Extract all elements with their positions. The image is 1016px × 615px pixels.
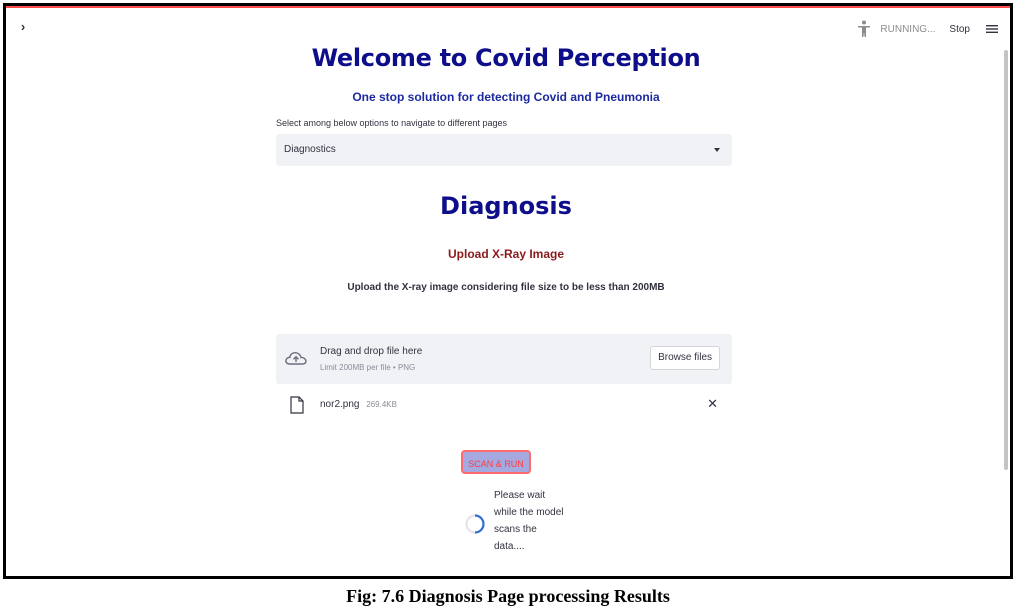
navigation-select-label: Select among below options to navigate t… bbox=[276, 118, 507, 128]
running-person-icon bbox=[858, 20, 871, 37]
chevron-down-icon bbox=[714, 148, 720, 152]
upload-limit-text: Limit 200MB per file • PNG bbox=[320, 363, 416, 372]
navigation-select[interactable]: Diagnostics bbox=[276, 134, 732, 166]
app-status-bar: RUNNING... Stop bbox=[856, 20, 998, 38]
running-status-text: RUNNING... bbox=[880, 23, 936, 35]
top-decoration-line bbox=[6, 6, 1010, 8]
sidebar-toggle-chevron-icon[interactable]: › bbox=[16, 20, 30, 34]
upload-description: Upload the X-ray image considering file … bbox=[347, 282, 665, 293]
scrollbar[interactable] bbox=[1004, 50, 1008, 470]
upload-title: Upload X-Ray Image bbox=[447, 247, 565, 261]
page-subtitle: One stop solution for detecting Covid an… bbox=[352, 90, 660, 104]
cloud-upload-icon bbox=[285, 352, 307, 365]
uploaded-file-row: nor2.png 269.4KB ✕ bbox=[276, 394, 732, 418]
stop-button[interactable]: Stop bbox=[949, 24, 970, 35]
file-name-text: nor2.png bbox=[320, 399, 360, 410]
file-dropzone[interactable]: Drag and drop file here Limit 200MB per … bbox=[276, 334, 732, 384]
page-title: Welcome to Covid Perception bbox=[311, 44, 701, 72]
figure-caption: Fig: 7.6 Diagnosis Page processing Resul… bbox=[346, 586, 670, 606]
diagnosis-heading: Diagnosis bbox=[440, 192, 572, 220]
drag-drop-text: Drag and drop file here bbox=[320, 346, 423, 357]
wait-message: Please wait while the model scans the da… bbox=[494, 490, 564, 552]
scan-and-run-button[interactable]: SCAN & RUN bbox=[461, 450, 531, 474]
browse-files-button[interactable]: Browse files bbox=[650, 346, 720, 370]
app-window: › RUNNING... Stop Welcome to Covid Perce… bbox=[3, 3, 1013, 579]
uploaded-file-name: nor2.png 269.4KB bbox=[320, 399, 397, 410]
remove-file-close-icon[interactable]: ✕ bbox=[707, 396, 718, 412]
file-icon bbox=[290, 396, 304, 414]
file-size-text: 269.4KB bbox=[366, 400, 397, 409]
navigation-select-value: Diagnostics bbox=[284, 144, 336, 155]
loading-spinner-icon bbox=[465, 514, 485, 534]
hamburger-menu-icon[interactable] bbox=[986, 24, 998, 34]
